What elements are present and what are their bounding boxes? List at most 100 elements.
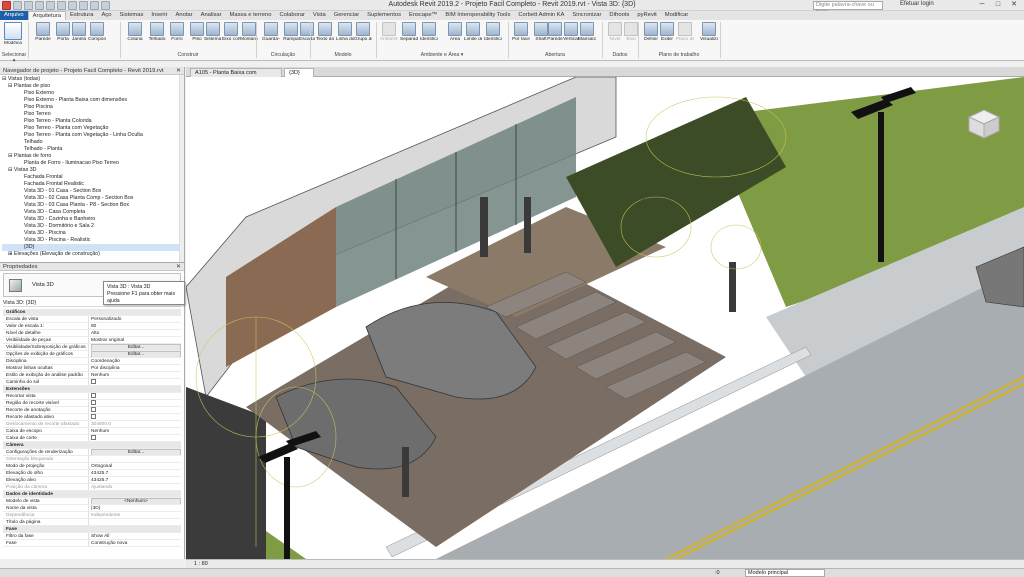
view-scale[interactable]: 1 : 80 <box>194 561 208 567</box>
tab-1[interactable]: Arquitetura <box>27 10 67 21</box>
property-row[interactable]: Visibilidade/Sobreposição de gráficos Edi… <box>3 344 181 351</box>
property-row[interactable]: Nível de detalhe Alto <box>3 330 181 337</box>
property-value[interactable]: Ortogonal <box>88 463 181 469</box>
ribbon-button-5[interactable]: Coluna <box>126 22 144 42</box>
property-value[interactable]: Editar... <box>88 344 181 350</box>
doc-tab-floorplan[interactable]: A105 - Planta Baixa com Dimensões <box>190 68 282 85</box>
search-input[interactable]: Digite palavra-chave ou frase <box>813 1 883 15</box>
property-row[interactable]: Dependência Independente <box>3 512 181 519</box>
property-row[interactable]: Recorte de anotação <box>3 407 181 414</box>
property-row[interactable]: Opções de exibição de gráficos Editar... <box>3 351 181 358</box>
tab-0[interactable]: Arquivo <box>0 11 28 20</box>
property-group[interactable]: Dados de identidade <box>3 491 181 498</box>
property-row[interactable]: Filtro da fase Show All <box>3 533 181 540</box>
tree-item[interactable]: Planta de Forro - Iluminacao Piso Terreo <box>2 160 182 167</box>
design-option-select[interactable]: Modelo principal <box>745 569 825 577</box>
tab-17[interactable]: Difroots <box>605 11 633 20</box>
property-value[interactable] <box>88 519 181 525</box>
ribbon-button-20[interactable]: Identificar ambiente <box>420 22 438 42</box>
tree-item[interactable]: Piso Terreo - Planta com Vegetação - Lin… <box>2 132 182 139</box>
property-value[interactable]: 43425.7 <box>88 477 181 483</box>
property-row[interactable]: Mostrar linhas ocultas Por disciplina <box>3 365 181 372</box>
close-icon[interactable]: ✕ <box>176 67 181 75</box>
property-value[interactable] <box>88 407 181 413</box>
close-icon[interactable]: ✕ <box>1006 0 1022 10</box>
property-row[interactable]: Escala de vista Personalizado <box>3 316 181 323</box>
tree-item[interactable]: ⊟ Plantas de piso <box>2 83 182 90</box>
tree-item[interactable]: Piso Externo <box>2 90 182 97</box>
tab-19[interactable]: Modificar <box>661 11 693 20</box>
property-group[interactable]: Câmera <box>3 442 181 449</box>
property-group[interactable]: Extensões <box>3 386 181 393</box>
ribbon-button-28[interactable]: Mansarda <box>578 22 596 42</box>
tree-item[interactable]: Vista 3D - 01 Casa - Section Box <box>2 188 182 195</box>
property-row[interactable]: Recortar vista <box>3 393 181 400</box>
property-value[interactable] <box>88 400 181 406</box>
property-value[interactable] <box>88 435 181 441</box>
checkbox[interactable] <box>91 393 96 399</box>
tree-item[interactable]: ⊟ Plantas de forro <box>2 153 182 160</box>
3d-viewport[interactable] <box>186 77 1024 559</box>
ribbon-button-34[interactable]: Visualizador <box>700 22 718 42</box>
ribbon-button-10[interactable]: Eixo cortina <box>222 22 240 42</box>
ribbon-button-17[interactable]: Grupo de modelos <box>354 22 372 42</box>
ribbon-button-24[interactable]: Por face <box>512 22 530 42</box>
edit-button[interactable]: Editar... <box>91 351 181 357</box>
tree-item[interactable]: Piso Piscina <box>2 104 182 111</box>
login-link[interactable]: Efetuar login <box>900 1 934 7</box>
property-value[interactable]: {3D} <box>88 505 181 511</box>
property-row[interactable]: Nome da vista {3D} <box>3 505 181 512</box>
tab-11[interactable]: Gerenciar <box>330 11 363 20</box>
tab-16[interactable]: Sincronizar <box>568 11 605 20</box>
ribbon-button-9[interactable]: Sistema cortina <box>204 22 222 42</box>
tree-item[interactable]: Telhado - Planta <box>2 146 182 153</box>
tree-item[interactable]: Vista 3D - Piscina <box>2 230 182 237</box>
property-row[interactable]: Caixa de escopo Nenhum <box>3 428 181 435</box>
ribbon-button-16[interactable]: Linha do modelo <box>336 22 354 42</box>
tab-14[interactable]: BIM Interoperability Tools <box>441 11 514 20</box>
property-row[interactable]: Visibilidade de peças Mostrar original <box>3 337 181 344</box>
property-value[interactable]: Coordenação <box>88 358 181 364</box>
property-row[interactable]: Elevação do olho 43425.7 <box>3 470 181 477</box>
tree-item[interactable]: Vista 3D - Cozinha e Banheiro <box>2 216 182 223</box>
property-value[interactable] <box>88 379 181 385</box>
tab-7[interactable]: Analisar <box>197 11 226 20</box>
ribbon-button-1[interactable]: Parede <box>34 22 52 42</box>
property-row[interactable]: Disciplina Coordenação <box>3 358 181 365</box>
tree-item[interactable]: Vista 3D - 02 Casa Planta Comp - Section… <box>2 195 182 202</box>
property-row[interactable]: Configurações de renderização Editar... <box>3 449 181 456</box>
tree-item[interactable]: Piso Terreo - Planta Colorida <box>2 118 182 125</box>
tree-item[interactable]: Vista 3D - Dormitório e Sala 2 <box>2 223 182 230</box>
ribbon-group-label[interactable]: Ambiente e Área ▾ <box>376 52 508 58</box>
tab-6[interactable]: Anotar <box>172 11 197 20</box>
tree-item[interactable]: Vista 3D - Piscina - Realistic <box>2 237 182 244</box>
property-row[interactable]: Caixa de corte <box>3 435 181 442</box>
tree-item[interactable]: Vista 3D - 03 Casa Planta - P8 - Section… <box>2 202 182 209</box>
property-value[interactable]: Nenhum <box>88 428 181 434</box>
property-value[interactable] <box>88 393 181 399</box>
property-value[interactable]: 43425.7 <box>88 470 181 476</box>
property-row[interactable]: Modelo de vista <Nenhum> <box>3 498 181 505</box>
property-row[interactable]: Caminho do sol <box>3 379 181 386</box>
checkbox[interactable] <box>91 407 96 413</box>
tab-8[interactable]: Massa e terreno <box>226 11 276 20</box>
tree-item[interactable]: ⊞ Elevações (Elevação de construção) <box>2 251 182 258</box>
property-row[interactable]: Estilo de exibição de análise padrão Nenh… <box>3 372 181 379</box>
checkbox[interactable] <box>91 435 96 441</box>
checkbox[interactable] <box>91 414 96 420</box>
tab-10[interactable]: Vista <box>309 11 330 20</box>
edit-button[interactable]: Editar... <box>91 344 181 350</box>
property-group[interactable]: Fase <box>3 526 181 533</box>
ribbon-button-4[interactable]: Componente <box>88 22 106 42</box>
property-row[interactable]: Valor de escala 1: 80 <box>3 323 181 330</box>
property-value[interactable]: <Nenhum> <box>88 498 181 504</box>
tree-item[interactable]: {3D} <box>2 244 182 251</box>
property-row[interactable]: Modo de projeção Ortogonal <box>3 463 181 470</box>
edit-button[interactable]: <Nenhum> <box>91 498 181 504</box>
tree-item[interactable]: Piso Terreo <box>2 111 182 118</box>
tab-2[interactable]: Estrutura <box>66 11 98 20</box>
property-value[interactable]: Mostrar original <box>88 337 181 343</box>
property-value[interactable]: Nenhum <box>88 372 181 378</box>
scrollbar[interactable] <box>179 75 184 262</box>
tree-item[interactable]: ⊟ Vistas (todas) <box>2 76 182 83</box>
